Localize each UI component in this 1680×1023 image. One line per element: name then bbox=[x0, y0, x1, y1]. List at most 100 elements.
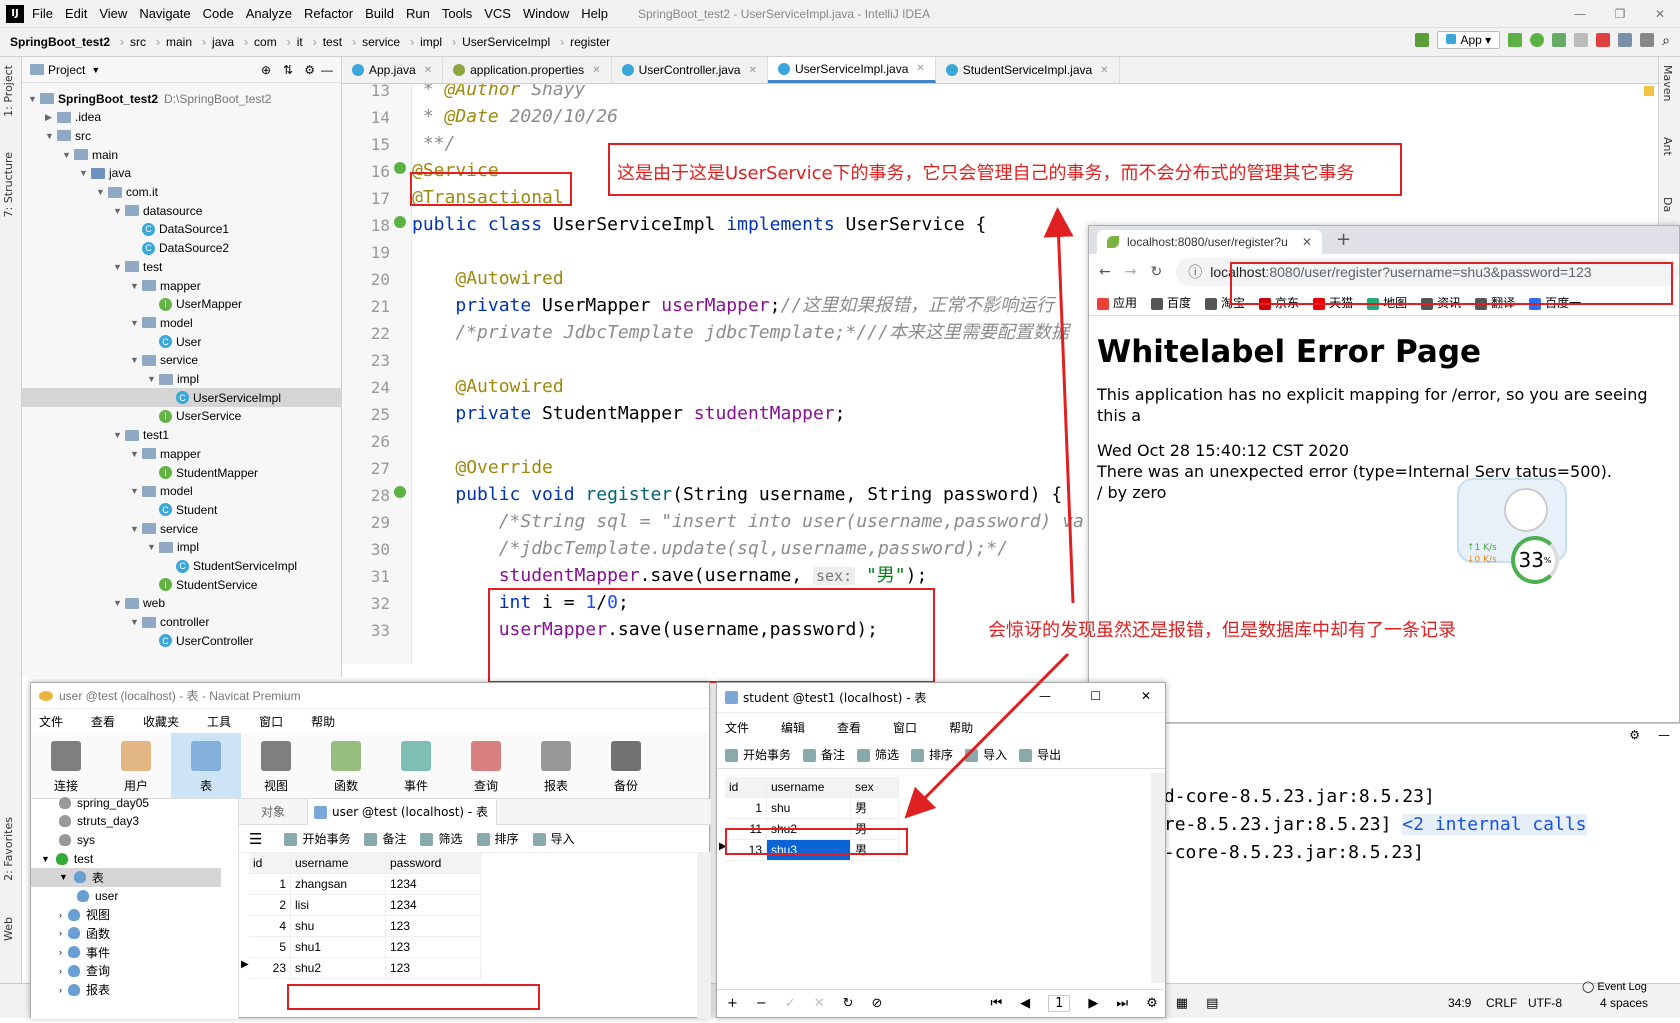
menu-icon[interactable]: ☰ bbox=[249, 830, 262, 848]
table-cell[interactable]: shu bbox=[767, 798, 851, 819]
tree-item[interactable]: I UserMapper bbox=[22, 295, 342, 314]
breadcrumb-item[interactable]: register bbox=[570, 35, 610, 49]
menu-view[interactable]: View bbox=[99, 6, 127, 21]
tree-item[interactable]: ▼ mapper bbox=[22, 444, 342, 463]
tree-item[interactable]: C UserController bbox=[22, 631, 342, 650]
tool-tab-web[interactable]: Web bbox=[2, 917, 15, 941]
navicat-tool-button[interactable]: 查询 bbox=[451, 733, 521, 798]
student-action-button[interactable]: 备注 bbox=[803, 746, 845, 763]
chevron-down-icon[interactable]: ▼ bbox=[130, 281, 142, 291]
chevron-right-icon[interactable]: › bbox=[59, 928, 62, 938]
line-separator[interactable]: CRLF bbox=[1486, 996, 1517, 1010]
table-cell[interactable]: 男 bbox=[851, 798, 899, 819]
tree-item[interactable]: ▼ datasource bbox=[22, 201, 342, 220]
navicat-tool-button[interactable]: 视图 bbox=[241, 733, 311, 798]
chevron-down-icon[interactable]: ▼ bbox=[59, 872, 68, 882]
editor-tab[interactable]: application.properties ✕ bbox=[443, 57, 612, 83]
tree-item[interactable]: ▼ src bbox=[22, 126, 342, 145]
hide-icon[interactable]: — bbox=[321, 63, 333, 77]
prev-page-icon[interactable]: ◀ bbox=[1020, 996, 1030, 1011]
navicat-tree-item[interactable]: › 函数 bbox=[31, 924, 221, 943]
restore-icon[interactable]: ❐ bbox=[1600, 0, 1640, 28]
add-record-icon[interactable]: + bbox=[727, 996, 738, 1011]
hammer-build-icon[interactable] bbox=[1415, 33, 1430, 47]
menu-help[interactable]: Help bbox=[581, 6, 608, 21]
event-log-button[interactable]: ◯ Event Log bbox=[1582, 980, 1647, 993]
tab-close-icon[interactable]: ✕ bbox=[424, 65, 432, 76]
column-header[interactable]: id bbox=[249, 853, 291, 874]
tool-tab-database[interactable]: Da bbox=[1661, 197, 1674, 212]
column-header[interactable]: id bbox=[725, 777, 767, 798]
menu-code[interactable]: Code bbox=[203, 6, 234, 21]
collapse-icon[interactable]: ⇅ bbox=[283, 63, 293, 77]
chevron-down-icon[interactable]: ▼ bbox=[130, 524, 142, 534]
table-action-button[interactable]: 导入 bbox=[532, 830, 575, 847]
breadcrumb-item[interactable]: main bbox=[166, 35, 192, 49]
table-cell[interactable]: shu1 bbox=[291, 937, 386, 958]
column-header[interactable]: username bbox=[291, 853, 386, 874]
navicat-tool-button[interactable]: 表 bbox=[171, 733, 241, 798]
table-cell[interactable]: 4 bbox=[249, 916, 291, 937]
tree-item[interactable]: C DataSource1 bbox=[22, 220, 342, 239]
caret-position[interactable]: 34:9 bbox=[1448, 996, 1471, 1010]
chevron-down-icon[interactable]: ▼ bbox=[41, 854, 50, 864]
tab-close-icon[interactable]: ✕ bbox=[1100, 65, 1108, 76]
memory-gauge[interactable]: 33% bbox=[1511, 536, 1559, 584]
table-cell[interactable]: 5 bbox=[249, 937, 291, 958]
next-page-icon[interactable]: ▶ bbox=[1088, 996, 1098, 1011]
table-cell[interactable]: 123 bbox=[386, 937, 481, 958]
form-view-icon[interactable]: ▤ bbox=[1206, 996, 1218, 1011]
run-config-select[interactable]: App ▾ bbox=[1437, 31, 1501, 49]
navicat-menu-item[interactable]: 收藏夹 bbox=[143, 713, 179, 730]
tree-item[interactable]: ▼ java bbox=[22, 164, 342, 183]
stop-icon[interactable] bbox=[1596, 33, 1611, 47]
debug-icon[interactable] bbox=[1530, 33, 1545, 47]
student-menu-item[interactable]: 编辑 bbox=[781, 719, 805, 736]
tool-tab-ant[interactable]: Ant bbox=[1661, 137, 1674, 156]
project-view-select[interactable]: Project bbox=[48, 63, 85, 77]
tree-item[interactable]: ▼ test1 bbox=[22, 426, 342, 445]
table-action-button[interactable]: 备注 bbox=[364, 830, 406, 847]
tree-item[interactable]: C StudentServiceImpl bbox=[22, 557, 342, 576]
chevron-down-icon[interactable]: ▼ bbox=[79, 168, 91, 178]
menu-tools[interactable]: Tools bbox=[442, 6, 472, 21]
page-number[interactable]: 1 bbox=[1048, 995, 1071, 1012]
tree-item[interactable]: ▼ service bbox=[22, 351, 342, 370]
table-cell[interactable]: 123 bbox=[386, 958, 481, 979]
tree-item[interactable]: ▼ SpringBoot_test2 D:\SpringBoot_test2 bbox=[22, 89, 342, 108]
breadcrumb-item[interactable]: service bbox=[362, 35, 400, 49]
tree-item[interactable]: ▶ .idea bbox=[22, 108, 342, 127]
navicat-tree-item[interactable]: › 视图 bbox=[31, 905, 221, 924]
navicat-tree-item[interactable]: user bbox=[31, 887, 221, 906]
navicat-tree-item[interactable]: › 查询 bbox=[31, 961, 221, 980]
bookmark-item[interactable]: 应用 bbox=[1097, 294, 1137, 311]
column-header[interactable]: username bbox=[767, 777, 851, 798]
refresh-icon[interactable]: ↻ bbox=[843, 996, 854, 1011]
navicat-tree-item[interactable]: struts_day3 bbox=[31, 812, 221, 831]
table-cell[interactable]: 23 bbox=[249, 958, 291, 979]
table-cell[interactable]: zhangsan bbox=[291, 874, 386, 895]
tab-user-table[interactable]: user @test (localhost) - 表 bbox=[307, 798, 498, 825]
back-icon[interactable]: ← bbox=[1099, 264, 1111, 280]
tree-item[interactable]: ▼ web bbox=[22, 594, 342, 613]
breadcrumb-item[interactable]: test bbox=[323, 35, 342, 49]
student-menu-item[interactable]: 窗口 bbox=[893, 719, 917, 736]
stop-icon[interactable]: ⊘ bbox=[872, 996, 883, 1011]
chevron-down-icon[interactable]: ▼ bbox=[147, 542, 159, 552]
chevron-right-icon[interactable]: › bbox=[59, 985, 62, 995]
navicat-tree-item[interactable]: spring_day05 bbox=[31, 793, 221, 812]
chevron-down-icon[interactable]: ▼ bbox=[113, 430, 125, 440]
console-hide-icon[interactable]: — bbox=[1658, 728, 1670, 742]
minimize-icon[interactable]: — bbox=[1039, 689, 1051, 703]
chevron-down-icon[interactable]: ▼ bbox=[28, 94, 40, 104]
rerun-icon[interactable] bbox=[1508, 33, 1523, 47]
navicat-tool-button[interactable]: 备份 bbox=[591, 733, 661, 798]
gutter-marker-icon[interactable] bbox=[394, 162, 406, 174]
breadcrumb-item[interactable]: UserServiceImpl bbox=[462, 35, 550, 49]
menu-refactor[interactable]: Refactor bbox=[304, 6, 353, 21]
student-menu-item[interactable]: 查看 bbox=[837, 719, 861, 736]
tab-close-icon[interactable]: ✕ bbox=[1302, 235, 1312, 249]
coverage-icon[interactable] bbox=[1552, 33, 1567, 47]
navicat-tool-button[interactable]: 函数 bbox=[311, 733, 381, 798]
navicat-tool-button[interactable]: 报表 bbox=[521, 733, 591, 798]
